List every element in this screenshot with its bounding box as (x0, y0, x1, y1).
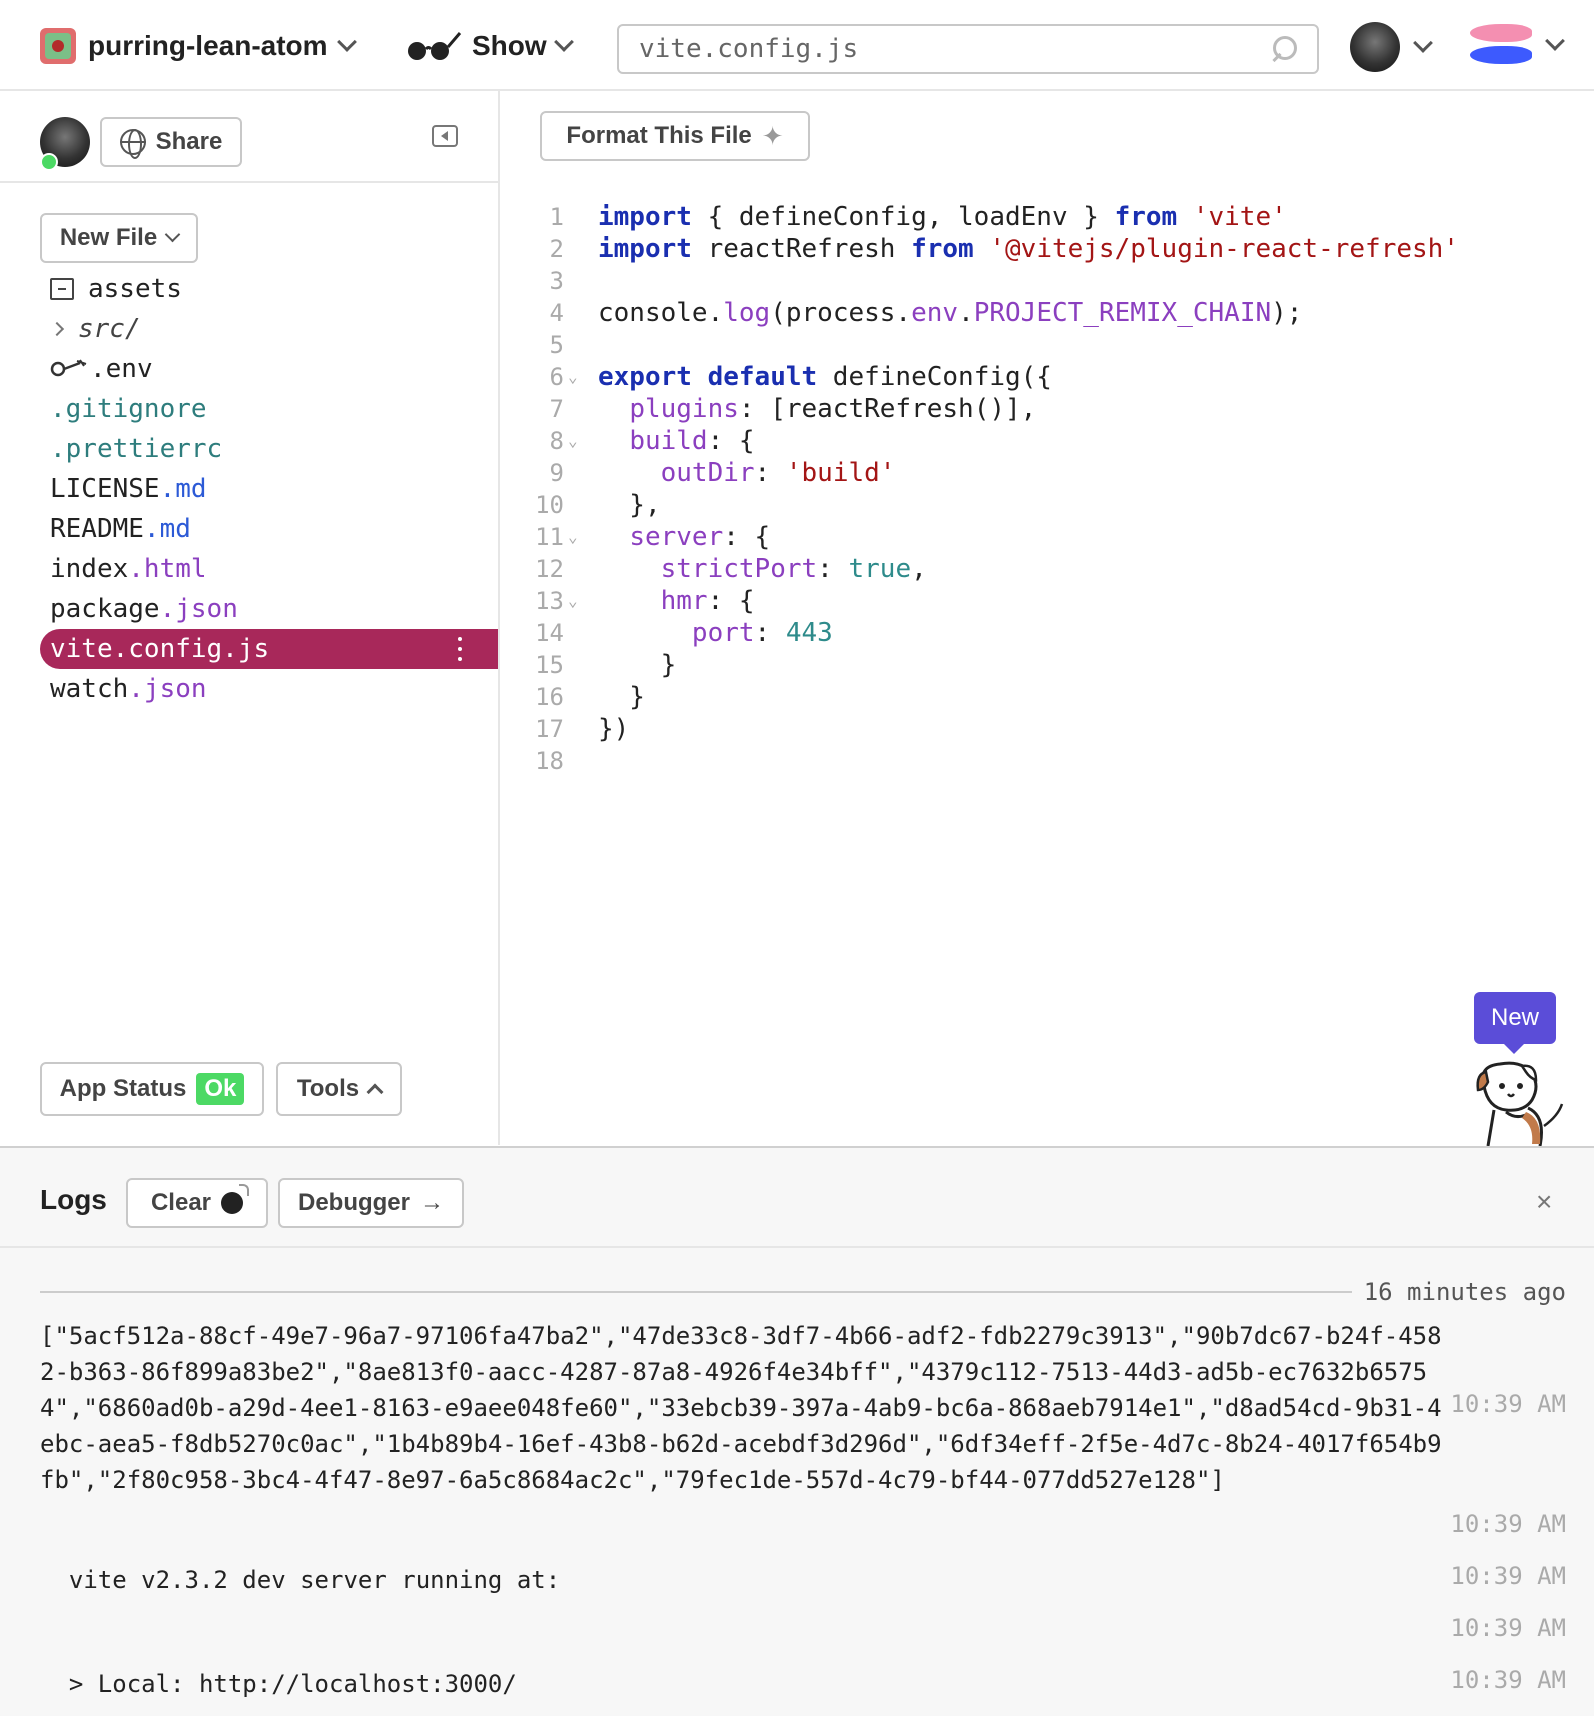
chevron-right-icon (49, 321, 65, 337)
project-name: purring-lean-atom (88, 30, 328, 61)
code-line: 4 console.log(process.env.PROJECT_REMIX_C… (549, 298, 1303, 328)
code-line: 16 } (535, 682, 645, 712)
chevron-down-icon (1413, 33, 1433, 53)
globe-icon (119, 129, 146, 159)
fish-logo-icon (1470, 20, 1536, 70)
file-item-env[interactable]: .env (40, 349, 498, 389)
file-item-index[interactable]: index .html (40, 549, 498, 589)
fold-chevron-icon[interactable]: ⌄ (564, 585, 598, 617)
code-line: 6 ⌄ export default defineConfig({ (549, 361, 1052, 393)
code-line: 12 strictPort: true, (535, 554, 927, 584)
log-entry: ["5acf512a-88cf-49e7-96a7-97106fa47ba2",… (40, 1322, 1566, 1494)
chevron-down-icon (553, 32, 574, 52)
fold-chevron-icon[interactable]: ⌄ (564, 521, 598, 553)
file-item-license[interactable]: LICENSE .md (40, 469, 498, 509)
code-line: 5 (549, 331, 564, 359)
logs-title: Logs (40, 1184, 107, 1215)
code-line: 14 port: 443 (535, 618, 833, 648)
app-status-button[interactable]: App Status Ok (40, 1062, 264, 1116)
code-line: 18 (535, 747, 564, 775)
file-item-assets[interactable]: assets (40, 269, 498, 309)
sparkle-icon: ✦ (761, 120, 784, 151)
bomb-icon (221, 1184, 250, 1214)
chevron-up-icon (366, 1083, 384, 1101)
file-item-readme[interactable]: README .md (40, 509, 498, 549)
code-line: 15 } (535, 650, 677, 680)
user-avatar (1350, 22, 1400, 72)
logs-header: Logs Clear Debugger → × (0, 1148, 1594, 1248)
new-file-label: New File (59, 224, 158, 251)
log-entry: 10:39 AM (1450, 1510, 1566, 1538)
tools-button[interactable]: Tools (276, 1062, 402, 1116)
log-entry: vite v2.3.2 dev server running at: 10:39… (40, 1562, 1566, 1594)
project-menu[interactable]: purring-lean-atom (40, 26, 357, 66)
new-file-button[interactable]: New File (40, 213, 198, 263)
top-header: purring-lean-atom Show (0, 0, 1594, 91)
kebab-menu-icon[interactable] (458, 637, 462, 661)
code-line: 11 ⌄ server: { (535, 521, 771, 553)
search-icon[interactable] (1271, 36, 1297, 62)
arrow-right-icon: → (420, 1189, 444, 1216)
file-item-vite-config[interactable]: vite.config.js (40, 629, 498, 669)
code-line: 13 ⌄ hmr: { (535, 585, 755, 617)
online-status-icon (40, 153, 58, 171)
search-input[interactable] (639, 34, 1271, 64)
show-menu-button[interactable]: Show (404, 26, 574, 66)
chevron-down-icon (336, 32, 357, 52)
clear-logs-button[interactable]: Clear (126, 1178, 268, 1228)
code-line: 1 import { defineConfig, loadEnv } from '… (549, 202, 1287, 232)
log-entry: 10:39 AM (1450, 1614, 1566, 1642)
file-list: assets src/ .env . gitignore . prettierrc … (40, 269, 498, 709)
collapse-sidebar-icon[interactable] (432, 125, 458, 147)
dog-mascot-icon[interactable] (1466, 1056, 1566, 1146)
file-item-package[interactable]: package .json (40, 589, 498, 629)
debugger-button[interactable]: Debugger → (278, 1178, 464, 1228)
code-editor[interactable]: Format This File ✦ 1 import { defineConfi… (500, 91, 1594, 1145)
chevron-down-icon (1545, 31, 1565, 51)
code-line: 7 plugins: [reactRefresh()], (549, 394, 1037, 424)
share-button[interactable]: Share (100, 117, 242, 167)
close-icon[interactable]: × (1536, 1186, 1552, 1218)
code-line: 9 outDir: 'build' (549, 458, 896, 488)
fold-chevron-icon[interactable]: ⌄ (564, 425, 598, 457)
chevron-down-icon (164, 226, 181, 242)
share-label: Share (155, 128, 223, 155)
key-icon (50, 359, 87, 377)
user-menu[interactable] (1350, 22, 1433, 72)
code-line: 17}) (535, 714, 630, 744)
search-box[interactable] (617, 24, 1319, 74)
code-line: 2 import reactRefresh from '@vitejs/plugi… (549, 234, 1459, 264)
glasses-icon (408, 32, 462, 60)
format-file-button[interactable]: Format This File ✦ (540, 111, 810, 161)
new-badge[interactable]: New (1474, 992, 1556, 1054)
sidebar: Share New File assets src/ .env . gitigno… (0, 91, 500, 1145)
code-line: 8 ⌄ build: { (549, 425, 755, 457)
project-avatar-icon (40, 28, 76, 64)
code-line: 10 }, (535, 490, 661, 520)
folder-item-src[interactable]: src/ (40, 309, 498, 349)
fold-chevron-icon[interactable]: ⌄ (564, 361, 598, 393)
archive-box-icon (50, 278, 74, 300)
code-area[interactable]: 1 import { defineConfig, loadEnv } from '… (500, 201, 1594, 777)
show-label: Show (472, 30, 547, 61)
logs-panel: Logs Clear Debugger → × 16 minutes ago [… (0, 1146, 1594, 1716)
file-item-gitignore[interactable]: . gitignore (40, 389, 498, 429)
code-line: 3 (549, 267, 564, 295)
file-item-watch[interactable]: watch .json (40, 669, 498, 709)
status-badge: Ok (196, 1073, 245, 1105)
log-time-separator: 16 minutes ago (40, 1278, 1566, 1306)
team-menu[interactable] (1470, 20, 1565, 70)
log-entry: > Local: http://localhost:3000/ 10:39 AM (40, 1666, 1566, 1698)
sidebar-top: Share (0, 91, 498, 183)
file-item-prettierrc[interactable]: . prettierrc (40, 429, 498, 469)
